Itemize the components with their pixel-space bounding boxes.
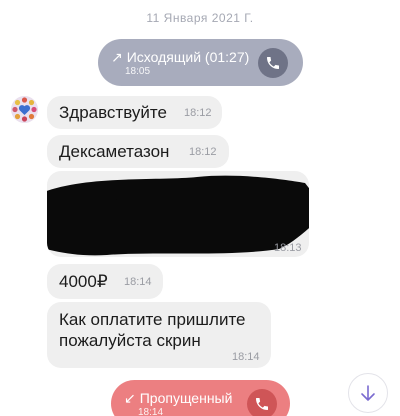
arrow-down-icon bbox=[361, 385, 375, 401]
phone-icon bbox=[267, 57, 279, 69]
call-time: 18:14 bbox=[138, 407, 164, 416]
message-time: 18:13 bbox=[274, 242, 302, 254]
chat-screen: 11 Января 2021 Г. ↗ Исходящий (01:27) 18:… bbox=[0, 0, 400, 416]
message-text-line: пожалуйста скрин bbox=[59, 331, 201, 350]
date-separator: 11 Января 2021 Г. bbox=[146, 11, 254, 25]
message-bubble[interactable]: Дексаметазон 18:12 bbox=[47, 135, 229, 168]
outgoing-arrow-icon: ↗ bbox=[111, 49, 123, 65]
call-back-button[interactable] bbox=[258, 48, 288, 78]
call-time: 18:05 bbox=[125, 66, 151, 77]
message-text-line: Как оплатите пришлите bbox=[59, 310, 246, 329]
phone-icon bbox=[256, 398, 268, 410]
missed-call-message[interactable]: ↙ Пропущенный 18:14 bbox=[111, 380, 290, 416]
message-bubble[interactable]: Здравствуйте 18:12 bbox=[47, 96, 222, 129]
message-bubble-redacted[interactable]: 18:13 bbox=[47, 171, 309, 257]
message-text: Здравствуйте bbox=[59, 103, 167, 122]
avatar-image bbox=[11, 96, 38, 123]
outgoing-call-message[interactable]: ↗ Исходящий (01:27) 18:05 bbox=[98, 39, 303, 86]
contact-avatar[interactable] bbox=[11, 96, 38, 123]
scroll-to-bottom-button[interactable] bbox=[348, 373, 388, 413]
call-back-button[interactable] bbox=[247, 389, 277, 416]
call-label: Пропущенный bbox=[139, 390, 233, 406]
call-title: ↗ Исходящий (01:27) bbox=[111, 49, 249, 66]
message-time: 18:12 bbox=[184, 107, 212, 119]
message-time: 18:12 bbox=[189, 146, 217, 158]
message-time: 18:14 bbox=[124, 276, 152, 288]
call-title: ↙ Пропущенный bbox=[124, 390, 232, 407]
call-label: Исходящий (01:27) bbox=[126, 49, 250, 65]
message-time: 18:14 bbox=[232, 351, 260, 363]
message-bubble[interactable]: 4000₽ 18:14 bbox=[47, 264, 163, 299]
redaction-scribble bbox=[47, 175, 309, 256]
message-text: Дексаметазон bbox=[59, 142, 170, 161]
message-text: 4000₽ bbox=[59, 272, 108, 291]
missed-arrow-icon: ↙ bbox=[124, 390, 136, 406]
message-bubble[interactable]: Как оплатите пришлите пожалуйста скрин 1… bbox=[47, 302, 271, 368]
